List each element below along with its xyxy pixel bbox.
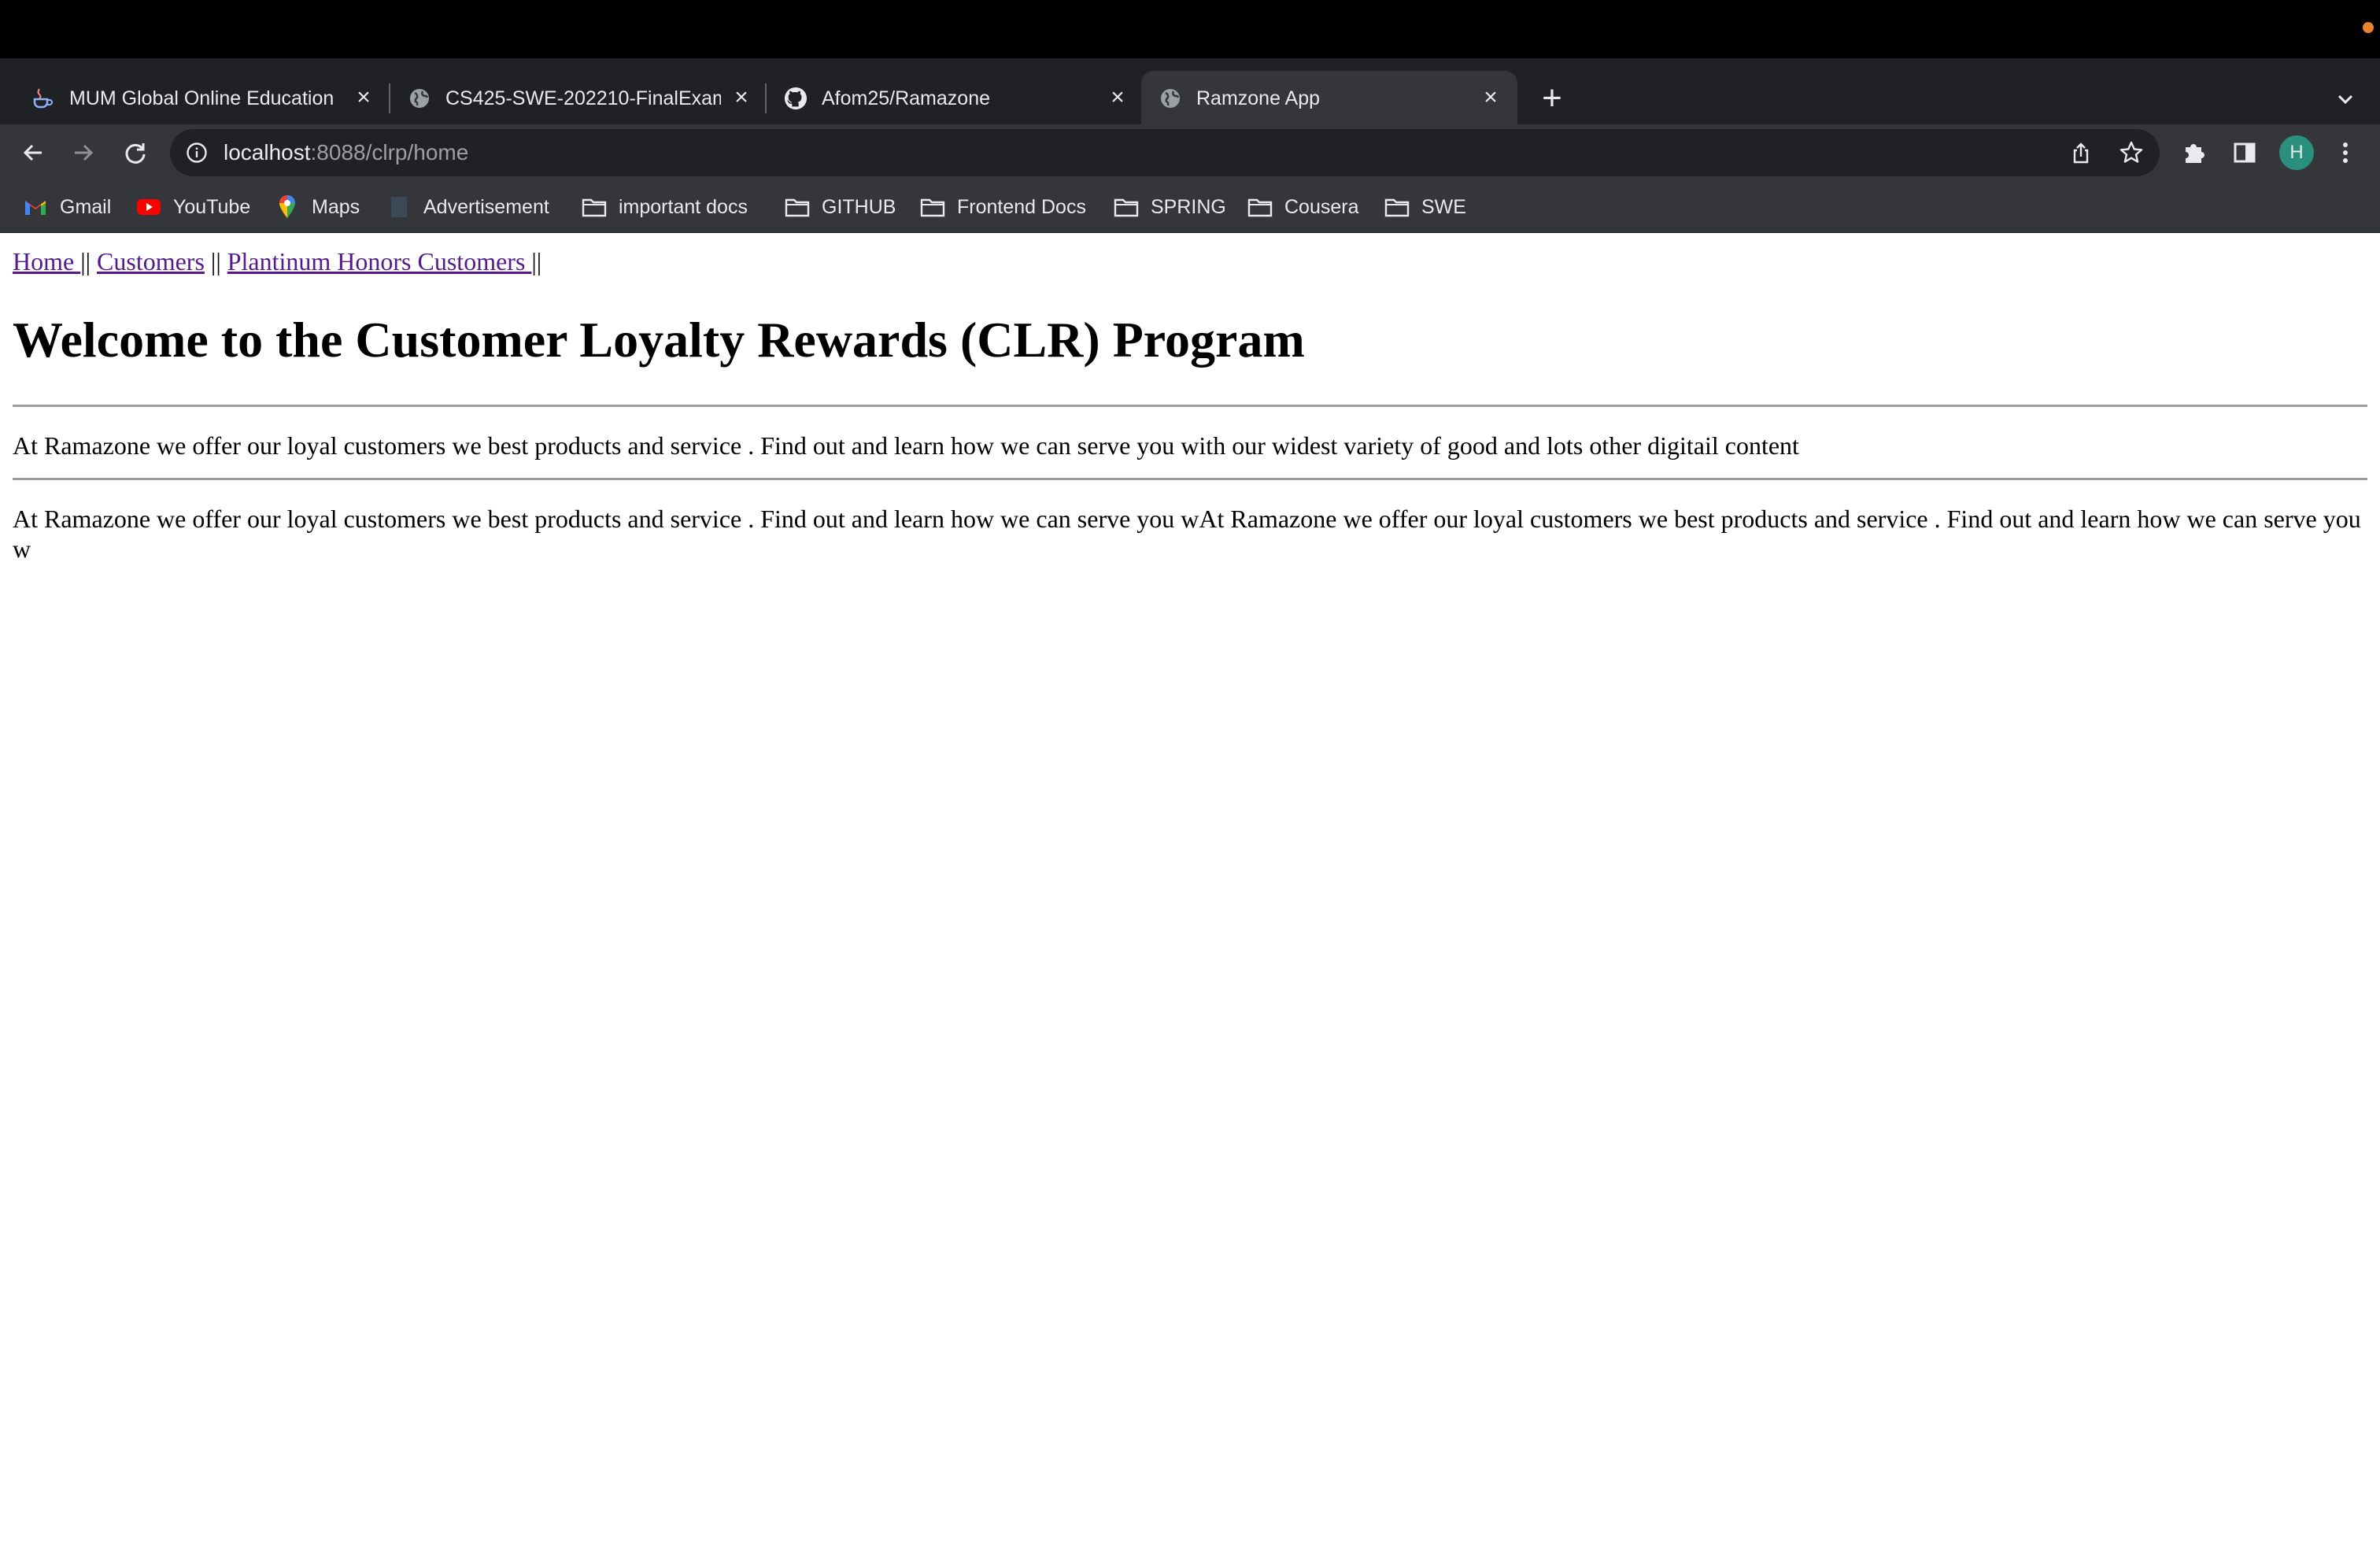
bookmark-folder-cousera[interactable]: Cousera <box>1247 192 1359 222</box>
share-icon <box>2073 142 2089 164</box>
tab-title: Afom25/Ramazone <box>822 87 991 109</box>
bookmark-folder-swe[interactable]: SWE <box>1384 192 1466 222</box>
tab-title: MUM Global Online Education · <box>69 87 337 109</box>
nav-separator: || <box>80 247 91 276</box>
close-tab-icon[interactable]: × <box>729 85 754 110</box>
top-bar <box>0 0 2380 58</box>
tab-ramzone-app-active[interactable]: Ramzone App × <box>1141 71 1517 124</box>
body-paragraph: At Ramazone we offer our loyal customers… <box>13 505 2361 563</box>
extensions-button[interactable] <box>2175 134 2213 172</box>
puzzle-icon <box>2186 144 2204 163</box>
close-tab-icon[interactable]: × <box>351 85 376 110</box>
chevron-down-icon <box>2338 94 2353 105</box>
arrow-left-icon <box>23 144 42 161</box>
arrow-right-icon <box>75 144 94 161</box>
nav-link-customers[interactable]: Customers <box>97 247 205 276</box>
side-panel-button[interactable] <box>2226 134 2264 172</box>
recording-indicator <box>2363 22 2374 33</box>
nav-separator: || <box>210 247 221 276</box>
kebab-menu-icon <box>2343 142 2348 163</box>
bookmark-label: Advertisement <box>423 195 549 218</box>
bookmark-label: Gmail <box>60 195 112 218</box>
site-nav: Home || Customers || Plantinum Honors Cu… <box>13 246 2367 277</box>
folder-icon <box>919 194 946 220</box>
bookmark-folder-github[interactable]: GITHUB <box>784 192 896 222</box>
site-info-icon[interactable] <box>186 142 208 164</box>
close-tab-icon[interactable]: × <box>1105 85 1130 110</box>
star-icon <box>2119 141 2143 163</box>
bookmark-maps[interactable]: Maps <box>274 192 360 222</box>
url-path: :8088/clrp/home <box>310 140 469 165</box>
folder-icon <box>1384 194 1410 220</box>
tab-title: CS425-SWE-202210-FinalExam <box>445 87 721 109</box>
bookmark-folder-important-docs[interactable]: important docs <box>581 192 748 222</box>
browser-menu-button[interactable] <box>2326 134 2364 172</box>
bookmark-label: SWE <box>1421 195 1466 218</box>
nav-separator: || <box>531 247 542 276</box>
side-panel-icon <box>2234 142 2256 163</box>
address-bar[interactable]: localhost:8088/clrp/home <box>170 129 2160 176</box>
folder-icon <box>1113 194 1140 220</box>
intro-paragraph: At Ramazone we offer our loyal customers… <box>13 431 1799 460</box>
bookmark-label: Cousera <box>1284 195 1359 218</box>
bookmark-youtube[interactable]: YouTube <box>135 192 250 222</box>
bookmarks-bar: Gmail YouTube Maps Advertisement importa… <box>0 181 2380 233</box>
globe-icon <box>1159 87 1182 110</box>
bookmark-label: SPRING <box>1151 195 1226 218</box>
tab-search-button[interactable] <box>2330 83 2361 115</box>
bookmark-label: Maps <box>312 195 360 218</box>
nav-link-home[interactable]: Home <box>13 247 80 276</box>
profile-avatar[interactable]: H <box>2279 135 2314 170</box>
bookmark-label: GITHUB <box>822 195 896 218</box>
forward-button[interactable] <box>65 134 102 172</box>
url-host: localhost <box>224 140 311 165</box>
github-icon <box>784 87 808 110</box>
maps-icon <box>274 194 301 220</box>
globe-icon <box>408 87 431 110</box>
blank-page-icon <box>386 194 412 220</box>
url-text[interactable]: localhost:8088/clrp/home <box>224 140 468 165</box>
bookmark-gmail[interactable]: Gmail <box>22 192 111 222</box>
tab-separator <box>765 83 767 113</box>
bookmark-star-button[interactable] <box>2117 139 2145 167</box>
bookmark-folder-frontend-docs[interactable]: Frontend Docs <box>919 192 1086 222</box>
bookmark-advertisement[interactable]: Advertisement <box>386 192 549 222</box>
tab-mum-global[interactable]: MUM Global Online Education · × <box>0 71 386 124</box>
gmail-icon <box>22 194 49 220</box>
folder-icon <box>1247 194 1273 220</box>
folder-icon <box>581 194 608 220</box>
folder-icon <box>784 194 811 220</box>
close-tab-icon[interactable]: × <box>1478 85 1503 110</box>
youtube-icon <box>135 194 162 220</box>
reload-button[interactable] <box>116 134 154 172</box>
back-button[interactable] <box>14 134 52 172</box>
page-content: Home || Customers || Plantinum Honors Cu… <box>0 233 2380 1546</box>
bookmark-label: important docs <box>619 195 748 218</box>
tab-cs425-final-exam[interactable]: CS425-SWE-202210-FinalExam × <box>394 71 763 124</box>
divider <box>13 405 2367 407</box>
page-title: Welcome to the Customer Loyalty Rewards … <box>13 312 1305 368</box>
tab-github-ramazone[interactable]: Afom25/Ramazone × <box>770 71 1140 124</box>
bookmark-label: Frontend Docs <box>957 195 1086 218</box>
tab-separator <box>389 83 390 113</box>
share-button[interactable] <box>2067 139 2095 167</box>
reload-icon <box>125 143 146 164</box>
browser-toolbar: localhost:8088/clrp/home <box>0 124 2380 181</box>
new-tab-button[interactable]: + <box>1535 81 1569 117</box>
java-cup-icon <box>30 87 54 110</box>
tab-title: Ramzone App <box>1196 87 1321 109</box>
divider <box>13 478 2367 480</box>
bookmark-label: YouTube <box>173 195 251 218</box>
nav-link-platinum-honors-customers[interactable]: Plantinum Honors Customers <box>227 247 532 276</box>
bookmark-folder-spring[interactable]: SPRING <box>1113 192 1226 222</box>
